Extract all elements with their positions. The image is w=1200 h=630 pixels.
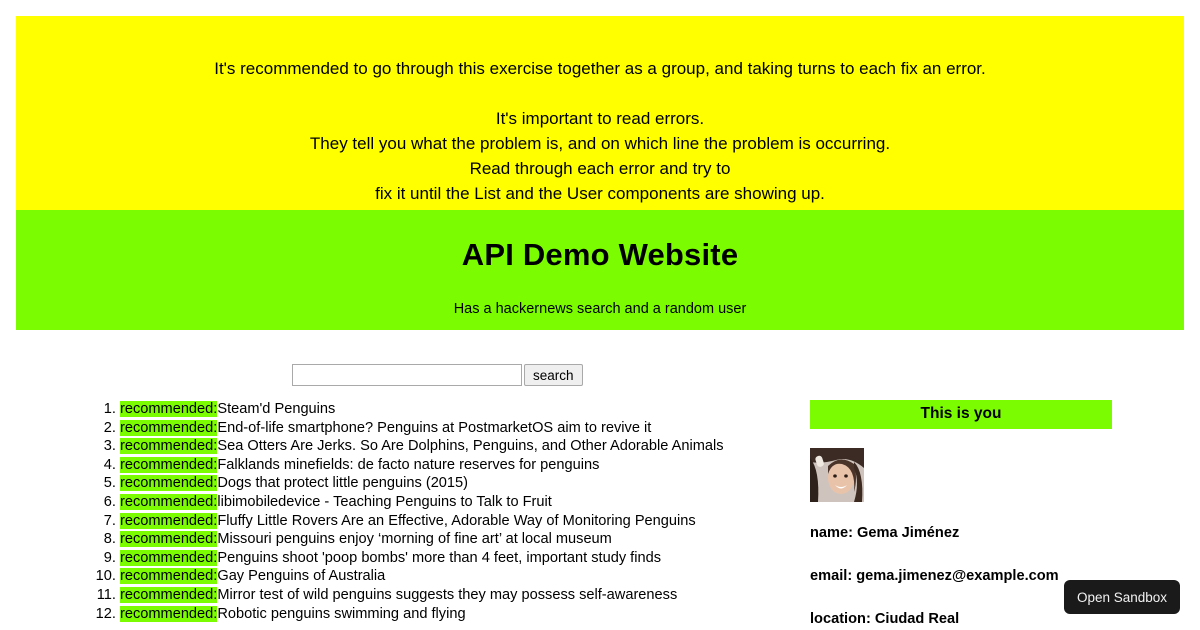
story-list-item[interactable]: recommended:End-of-life smartphone? Peng… [120, 419, 800, 438]
page-subtitle: Has a hackernews search and a random use… [453, 301, 747, 317]
story-recommended-tag: recommended: [120, 475, 218, 492]
story-title[interactable]: Penguins shoot 'poop bombs' more than 4 … [217, 550, 661, 566]
story-title[interactable]: Dogs that protect little penguins (2015) [217, 475, 468, 491]
story-list-item[interactable]: recommended:Gay Penguins of Australia [120, 567, 800, 586]
story-title[interactable]: Robotic penguins swimming and flying [217, 606, 465, 622]
page-title: API Demo Website [461, 237, 739, 272]
story-title[interactable]: Gay Penguins of Australia [217, 568, 385, 584]
story-title[interactable]: Mirror test of wild penguins suggests th… [217, 587, 677, 603]
story-recommended-tag: recommended: [120, 456, 218, 473]
story-title[interactable]: Missouri penguins enjoy ‘morning of fine… [217, 531, 612, 547]
story-list-item[interactable]: recommended:Penguins shoot 'poop bombs' … [120, 549, 800, 568]
search-button[interactable]: search [524, 364, 583, 386]
user-panel-title: This is you [810, 400, 1112, 429]
story-title[interactable]: libimobiledevice - Teaching Penguins to … [217, 494, 552, 510]
story-title[interactable]: End-of-life smartphone? Penguins at Post… [217, 420, 651, 436]
page-root: It's recommended to go through this exer… [0, 0, 1200, 630]
site-header: API Demo Website Has a hackernews search… [16, 210, 1184, 330]
story-list-item[interactable]: recommended:Missouri penguins enjoy ‘mor… [120, 530, 800, 549]
story-list-item[interactable]: recommended:libimobiledevice - Teaching … [120, 493, 800, 512]
search-form: search [292, 364, 583, 386]
instructions-line-1: It's recommended to go through this exer… [214, 59, 986, 78]
instructions-line-2: It's important to read errors. [495, 109, 705, 128]
story-recommended-tag: recommended: [120, 531, 218, 548]
story-recommended-tag: recommended: [120, 605, 218, 622]
story-list-item[interactable]: recommended:Mirror test of wild penguins… [120, 586, 800, 605]
story-list-item[interactable]: recommended:Fluffy Little Rovers Are an … [120, 512, 800, 531]
story-recommended-tag: recommended: [120, 568, 218, 585]
story-list-item[interactable]: recommended:Sea Otters Are Jerks. So Are… [120, 437, 800, 456]
story-title[interactable]: Falklands minefields: de facto nature re… [217, 457, 599, 473]
story-list: recommended:Steam'd Penguinsrecommended:… [90, 400, 800, 623]
story-list-item[interactable]: recommended:Dogs that protect little pen… [120, 474, 800, 493]
search-input[interactable] [292, 364, 522, 386]
story-recommended-tag: recommended: [120, 586, 218, 603]
story-recommended-tag: recommended: [120, 512, 218, 529]
story-recommended-tag: recommended: [120, 401, 218, 417]
instructions-spacer [16, 81, 1184, 106]
story-recommended-tag: recommended: [120, 438, 218, 455]
avatar [810, 448, 864, 502]
story-list-item[interactable]: recommended:Steam'd Penguins [120, 400, 800, 419]
story-title[interactable]: Sea Otters Are Jerks. So Are Dolphins, P… [217, 438, 723, 454]
instructions-line-5: fix it until the List and the User compo… [375, 184, 825, 203]
story-recommended-tag: recommended: [120, 419, 218, 436]
story-list-item[interactable]: recommended:Robotic penguins swimming an… [120, 605, 800, 624]
instructions-banner: It's recommended to go through this exer… [16, 16, 1184, 210]
open-sandbox-button[interactable]: Open Sandbox [1064, 580, 1180, 614]
instructions-line-4: Read through each error and try to [469, 159, 731, 178]
avatar-portrait-icon [810, 448, 864, 502]
instructions-line-3: They tell you what the problem is, and o… [309, 134, 891, 153]
user-name: name: Gema Jiménez [810, 525, 960, 541]
story-list-item[interactable]: recommended:Falklands minefields: de fac… [120, 456, 800, 475]
story-title[interactable]: Fluffy Little Rovers Are an Effective, A… [217, 513, 695, 529]
story-recommended-tag: recommended: [120, 493, 218, 510]
story-recommended-tag: recommended: [120, 549, 218, 566]
story-title[interactable]: Steam'd Penguins [217, 401, 335, 417]
